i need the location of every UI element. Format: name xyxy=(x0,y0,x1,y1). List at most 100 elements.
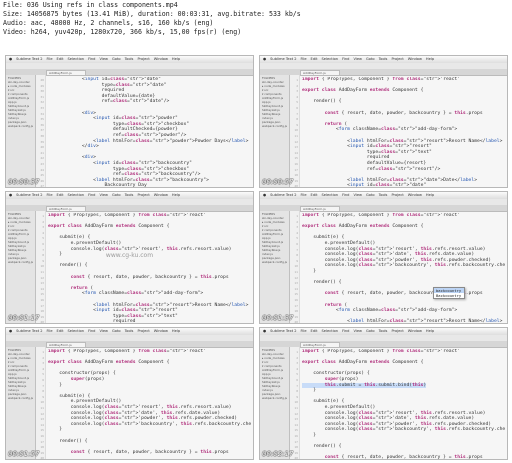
menu-item[interactable]: Window xyxy=(408,329,422,333)
menu-item[interactable]: Window xyxy=(154,57,168,61)
menu-item[interactable]: File xyxy=(47,329,53,333)
menu-item[interactable]: Help xyxy=(172,193,180,197)
menu-item[interactable]: Window xyxy=(408,57,422,61)
menu-item[interactable]: Help xyxy=(426,329,434,333)
code-editor[interactable]: import { PropTypes, Component } from cla… xyxy=(302,349,505,459)
menu-item[interactable]: Sublime Text 2 xyxy=(270,57,296,61)
menu-item[interactable]: Sublime Text 2 xyxy=(16,57,42,61)
menu-item[interactable]: Goto xyxy=(366,193,375,197)
apple-icon[interactable]: ● xyxy=(263,329,266,333)
video-info-line: Video: h264, yuv420p, 1280x720, 366 kb/s… xyxy=(3,28,242,36)
menu-item[interactable]: File xyxy=(301,57,307,61)
menu-item[interactable]: View xyxy=(353,193,362,197)
menu-item[interactable]: Project xyxy=(137,329,149,333)
menu-item[interactable]: Help xyxy=(426,193,434,197)
menu-item[interactable]: Sublime Text 2 xyxy=(16,193,42,197)
menu-item[interactable]: Tools xyxy=(125,193,134,197)
sidebar-file-item[interactable]: webpack.config.js xyxy=(8,124,33,128)
code-editor[interactable]: import { PropTypes, Component } from cla… xyxy=(48,213,251,323)
menu-item[interactable]: Window xyxy=(408,193,422,197)
sidebar-file-item[interactable]: webpack.config.js xyxy=(8,396,33,400)
menu-item[interactable]: Edit xyxy=(311,193,318,197)
sidebar-file-item[interactable]: webpack.config.js xyxy=(262,260,287,264)
menu-item[interactable]: Project xyxy=(137,193,149,197)
menu-item[interactable]: Sublime Text 2 xyxy=(270,329,296,333)
apple-icon[interactable]: ● xyxy=(263,193,266,197)
tab-adddayform[interactable]: AddDayForm.js xyxy=(46,69,86,75)
timestamp-label: 00:01:37 xyxy=(262,314,294,322)
menu-item[interactable]: Selection xyxy=(68,329,85,333)
menu-item[interactable]: Goto xyxy=(112,57,121,61)
menu-item[interactable]: Goto xyxy=(366,57,375,61)
menu-item[interactable]: File xyxy=(47,57,53,61)
menu-item[interactable]: Project xyxy=(391,329,403,333)
code-editor[interactable]: <input id=class="str">"date" type=class=… xyxy=(48,77,251,187)
menu-item[interactable]: View xyxy=(353,57,362,61)
menu-item[interactable]: View xyxy=(99,57,108,61)
menu-item[interactable]: Find xyxy=(88,329,95,333)
tab-adddayform[interactable]: AddDayForm.js xyxy=(300,205,340,211)
menu-item[interactable]: Selection xyxy=(322,193,339,197)
tab-adddayform[interactable]: AddDayForm.js xyxy=(46,205,86,211)
autocomplete-option[interactable]: Backcountry xyxy=(434,293,464,298)
menu-item[interactable]: Find xyxy=(88,57,95,61)
sidebar-file-item[interactable]: webpack.config.js xyxy=(262,396,287,400)
menu-item[interactable]: Tools xyxy=(379,57,388,61)
code-editor[interactable]: import { PropTypes, Component } from cla… xyxy=(48,349,251,459)
menu-item[interactable]: Selection xyxy=(68,193,85,197)
menu-item[interactable]: Window xyxy=(154,193,168,197)
menu-item[interactable]: Find xyxy=(88,193,95,197)
menu-item[interactable]: Edit xyxy=(57,57,64,61)
menu-item[interactable]: Edit xyxy=(57,329,64,333)
code-editor[interactable]: import { PropTypes, Component } from cla… xyxy=(302,213,505,323)
menu-item[interactable]: Tools xyxy=(125,329,134,333)
code-editor[interactable]: import { PropTypes, Component } from cla… xyxy=(302,77,505,187)
menu-item[interactable]: View xyxy=(99,193,108,197)
menu-item[interactable]: Window xyxy=(154,329,168,333)
sidebar-file-item[interactable]: webpack.config.js xyxy=(8,260,33,264)
menu-item[interactable]: Project xyxy=(137,57,149,61)
menu-item[interactable]: Tools xyxy=(379,193,388,197)
menu-item[interactable]: Find xyxy=(342,193,349,197)
timestamp-label: 00:00:37 xyxy=(8,178,40,186)
menu-item[interactable]: Sublime Text 2 xyxy=(270,193,296,197)
menu-item[interactable]: Find xyxy=(342,329,349,333)
menu-item[interactable]: Project xyxy=(391,193,403,197)
watermark: www.cg-ku.com xyxy=(105,252,154,259)
tab-adddayform[interactable]: AddDayForm.js xyxy=(300,69,340,75)
menu-item[interactable]: Edit xyxy=(311,57,318,61)
menu-item[interactable]: Edit xyxy=(57,193,64,197)
menu-item[interactable]: Help xyxy=(172,329,180,333)
menu-item[interactable]: View xyxy=(353,329,362,333)
code-text: import { PropTypes, Component } from cla… xyxy=(302,349,505,459)
menu-item[interactable]: File xyxy=(301,329,307,333)
apple-icon[interactable]: ● xyxy=(9,193,12,197)
menu-item[interactable]: Find xyxy=(342,57,349,61)
menu-item[interactable]: Tools xyxy=(379,329,388,333)
menu-item[interactable]: Selection xyxy=(322,329,339,333)
menu-item[interactable]: Help xyxy=(172,57,180,61)
menu-item[interactable]: Sublime Text 2 xyxy=(16,329,42,333)
menu-item[interactable]: Help xyxy=(426,57,434,61)
menu-item[interactable]: Project xyxy=(391,57,403,61)
menu-item[interactable]: Goto xyxy=(112,193,121,197)
apple-icon[interactable]: ● xyxy=(9,57,12,61)
apple-icon[interactable]: ● xyxy=(9,329,12,333)
menu-item[interactable]: View xyxy=(99,329,108,333)
menu-item[interactable]: Selection xyxy=(322,57,339,61)
menu-item[interactable]: Tools xyxy=(125,57,134,61)
menu-item[interactable]: File xyxy=(301,193,307,197)
file-sidebar: FOLDERS ski-day-counter ▸ node_modules ▾ sr… xyxy=(6,347,36,459)
menu-item[interactable]: Selection xyxy=(68,57,85,61)
code-text: import { PropTypes, Component } from cla… xyxy=(48,349,251,455)
code-text: import { PropTypes, Component } from cla… xyxy=(48,213,249,323)
line-number-gutter: 1 2 3 4 5 6 7 8 9 10 11 12 13 14 15 16 1… xyxy=(290,75,300,187)
tab-adddayform[interactable]: AddDayForm.js xyxy=(300,341,340,347)
menu-item[interactable]: File xyxy=(47,193,53,197)
tab-adddayform[interactable]: AddDayForm.js xyxy=(46,341,86,347)
menu-item[interactable]: Goto xyxy=(366,329,375,333)
sidebar-file-item[interactable]: webpack.config.js xyxy=(262,124,287,128)
menu-item[interactable]: Edit xyxy=(311,329,318,333)
menu-item[interactable]: Goto xyxy=(112,329,121,333)
apple-icon[interactable]: ● xyxy=(263,57,266,61)
